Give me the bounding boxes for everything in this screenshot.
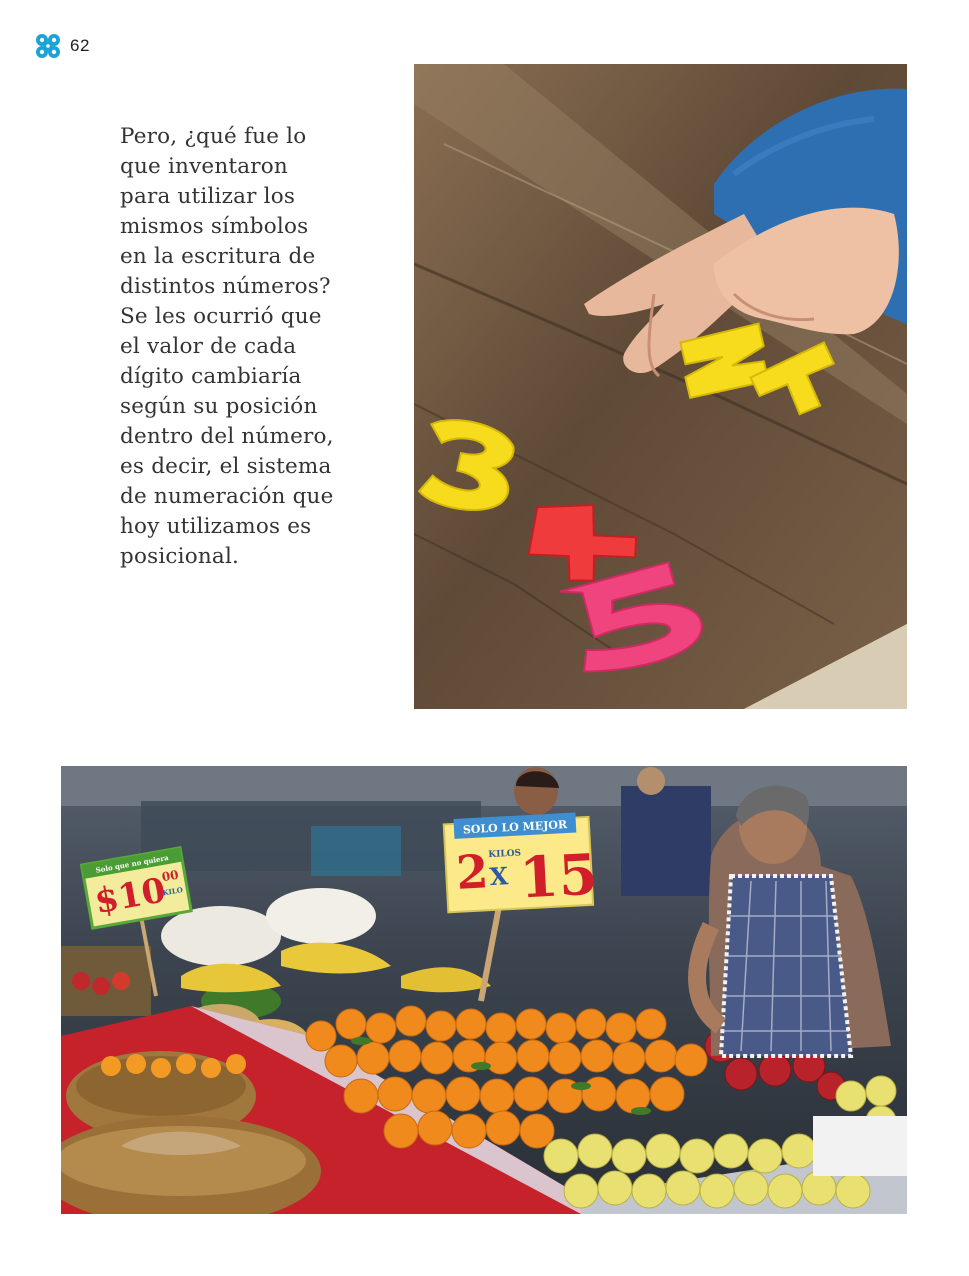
body-line: distintos números? xyxy=(120,274,331,299)
body-line: dentro del número, xyxy=(120,424,334,449)
body-line: de numeración que xyxy=(120,484,334,509)
body-line: es decir, el sistema xyxy=(120,454,332,479)
body-line: posicional. xyxy=(120,544,240,569)
body-line: el valor de cada xyxy=(120,334,297,359)
sign-main-x: X xyxy=(489,861,509,891)
flower-icon xyxy=(36,34,60,58)
body-line: para utilizar los xyxy=(120,184,296,209)
body-line: Pero, ¿qué fue lo xyxy=(120,124,307,149)
sign-main-unit: KILOS xyxy=(488,848,521,860)
sign-left-cents: 00 xyxy=(161,868,180,885)
photo-number-pieces xyxy=(414,64,907,709)
sign-main-qty: 2 xyxy=(455,844,490,900)
body-line: hoy utilizamos es xyxy=(120,514,312,539)
sign-main-price: 15 xyxy=(518,842,599,912)
body-paragraph: Pero, ¿qué fue lo que inventaron para ut… xyxy=(120,122,370,572)
body-line: según su posición xyxy=(120,394,318,419)
body-line: Se les ocurrió que xyxy=(120,304,322,329)
body-line: en la escritura de xyxy=(120,244,316,269)
body-line: dígito cambiaría xyxy=(120,364,302,389)
body-line: que inventaron xyxy=(120,154,288,179)
page-header: 62 xyxy=(34,32,90,60)
page-number: 62 xyxy=(70,36,90,55)
body-line: mismos símbolos xyxy=(120,214,309,239)
photo-market-stall: SOLO LO MEJOR 2 KILOS X 15 Solo que no q… xyxy=(61,766,907,1214)
